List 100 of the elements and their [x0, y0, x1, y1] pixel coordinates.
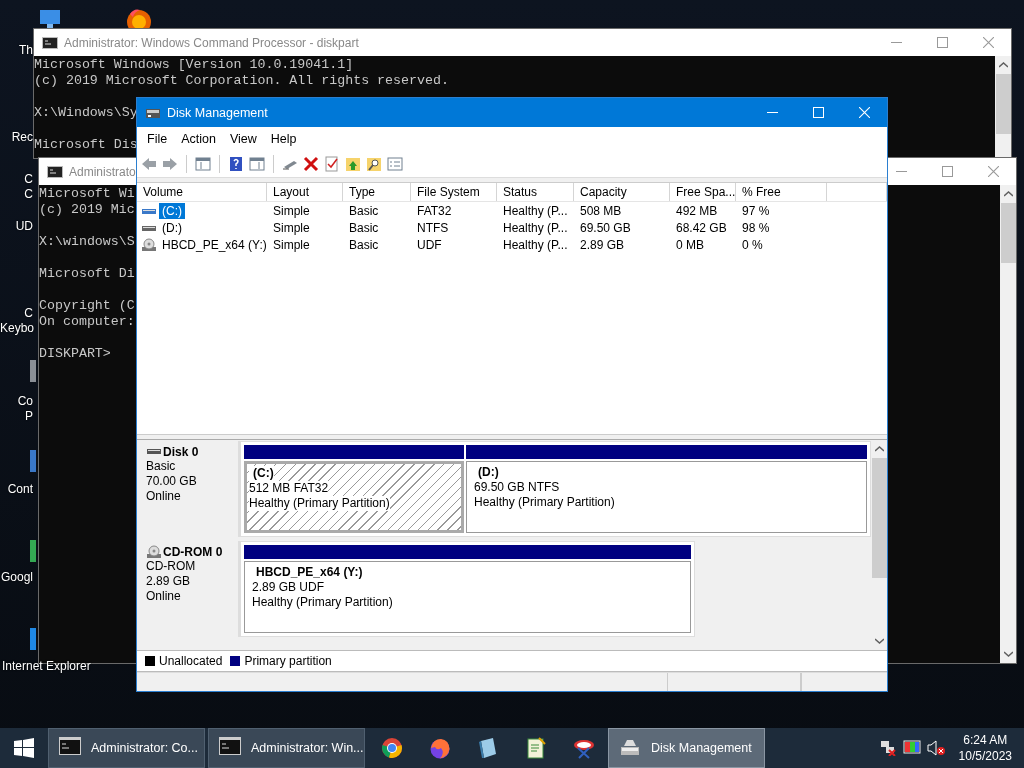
close-icon[interactable]: [988, 166, 999, 177]
document-icon: [525, 737, 547, 759]
table-cell-text: 492 MB: [675, 203, 719, 218]
forward-arrow-icon[interactable]: [162, 155, 178, 172]
folder-up-icon[interactable]: [345, 155, 361, 172]
column-header[interactable]: File System: [411, 183, 497, 201]
menu-item[interactable]: Action: [174, 128, 223, 149]
scroll-thumb[interactable]: [995, 74, 1011, 134]
ring-icon: [381, 737, 403, 759]
table-cell-text: Healthy (P...: [502, 203, 569, 218]
delete-icon[interactable]: [303, 155, 319, 172]
panel-icon[interactable]: [195, 155, 211, 172]
table-cell-text: 68.42 GB: [675, 220, 728, 235]
disc-drive-icon: [146, 545, 162, 559]
taskbar-button[interactable]: Administrator: Co...: [48, 728, 205, 768]
monitor-icon: [40, 10, 60, 28]
table-cell-text: UDF: [416, 237, 443, 252]
scroll-up-icon[interactable]: [998, 62, 1008, 68]
desktop-icon-label[interactable]: Co P: [0, 394, 33, 424]
table-cell[interactable]: (C:): [159, 202, 185, 219]
scroll-up-icon[interactable]: [874, 446, 884, 452]
legend-label: Primary partition: [244, 654, 332, 668]
console-text: (c) 2019 Microsoft Corporation. All rights reserved.: [34, 73, 449, 89]
console-text: On computer:: [39, 314, 135, 330]
scroll-down-icon[interactable]: [874, 638, 884, 644]
column-header[interactable]: Status: [497, 183, 574, 201]
desktop-icon-label[interactable]: C C: [0, 172, 33, 202]
desktop-icon-label[interactable]: Internet Explorer: [2, 659, 91, 674]
desktop-icon-label[interactable]: Th: [0, 43, 33, 58]
menu-item[interactable]: Help: [263, 128, 304, 149]
disk-detail: Basic: [146, 459, 177, 474]
table-cell[interactable]: HBCD_PE_x64 (Y:): [159, 236, 270, 253]
help-icon[interactable]: [228, 155, 244, 172]
table-cell-text: 508 MB: [579, 203, 623, 218]
scroll-thumb[interactable]: [871, 458, 887, 578]
notepad-icon: [477, 737, 499, 759]
scroll-thumb[interactable]: [1000, 203, 1016, 263]
folder-search-icon[interactable]: [366, 155, 382, 172]
column-header[interactable]: Layout: [267, 183, 343, 201]
table-cell-text: Basic: [348, 203, 380, 218]
disk-detail: CD-ROM: [146, 559, 197, 574]
table-cell-text: NTFS: [416, 220, 450, 235]
shortcut-icon: [30, 360, 36, 382]
column-header[interactable]: Type: [343, 183, 411, 201]
shortcut-icon: [30, 540, 36, 562]
console-text: DISKPART>: [39, 346, 111, 362]
console-text: X:\Windows\Sy: [34, 105, 138, 121]
scroll-bar[interactable]: [1000, 185, 1016, 663]
desktop-icon-label[interactable]: Googl: [0, 570, 33, 585]
partition-status: Healthy (Primary Partition): [474, 495, 616, 510]
window-title: Administrator: Windows Command Processor - diskpart: [64, 35, 359, 50]
scroll-up-icon[interactable]: [1003, 191, 1013, 197]
column-header[interactable]: Free Spa...: [670, 183, 736, 201]
table-cell-text: 69.50 GB: [579, 220, 632, 235]
checklist-icon[interactable]: [324, 155, 340, 172]
partition-name: (D:): [477, 465, 500, 480]
table-cell-text: Simple: [272, 237, 311, 252]
maximize-icon[interactable]: [937, 37, 948, 48]
table-cell-text: Healthy (P...: [502, 237, 569, 252]
shortcut-icon: [30, 628, 36, 650]
window-title: Disk Management: [167, 105, 268, 120]
desktop-icon-label[interactable]: UD: [0, 219, 33, 234]
network-icon[interactable]: [878, 740, 897, 756]
desktop-icon-label[interactable]: Cont: [0, 482, 33, 497]
column-header[interactable]: Capacity: [574, 183, 670, 201]
display-icon[interactable]: [902, 740, 921, 756]
console-text: Microsoft Dis: [34, 137, 138, 153]
clock[interactable]: 6:24 AM 10/5/2023: [950, 732, 1024, 764]
desktop-icon-label[interactable]: C Keybo: [0, 306, 33, 336]
partition-name: HBCD_PE_x64 (Y:): [255, 565, 364, 580]
scroll-down-icon[interactable]: [1003, 651, 1013, 657]
table-cell[interactable]: (D:): [159, 219, 185, 236]
table-cell-text: 0 MB: [675, 237, 705, 252]
taskbar-button[interactable]: Disk Management: [608, 728, 765, 768]
column-header[interactable]: % Free: [736, 183, 827, 201]
console-text: Microsoft Windows [Version 10.0.19041.1]: [34, 57, 354, 73]
menu-item[interactable]: File: [140, 128, 175, 149]
disk-name: Disk 0: [163, 445, 199, 459]
maximize-icon[interactable]: [942, 166, 953, 177]
close-icon[interactable]: [983, 37, 994, 48]
start-icon[interactable]: [14, 738, 34, 758]
legend-label: Unallocated: [159, 654, 223, 668]
back-arrow-icon[interactable]: [141, 155, 157, 172]
console-text: Copyright (C: [39, 298, 135, 314]
scroll-bar[interactable]: [995, 56, 1011, 158]
desktop-icon-label[interactable]: Rec: [0, 130, 33, 145]
table-cell-text: 97 %: [741, 203, 771, 218]
shortcut-icon: [30, 450, 36, 472]
table-cell-text: Simple: [272, 220, 311, 235]
column-header[interactable]: Volume: [137, 183, 267, 201]
menu-item[interactable]: View: [222, 128, 264, 149]
disk-detail: 70.00 GB: [146, 474, 198, 489]
speaker-muted-icon[interactable]: [926, 740, 945, 756]
table-cell-text: 2.89 GB: [579, 237, 626, 252]
partition-status: Healthy (Primary Partition): [252, 595, 394, 610]
console-text: X:\windows\S: [39, 234, 135, 250]
panel-icon[interactable]: [249, 155, 265, 172]
table-cell-text: Basic: [348, 237, 380, 252]
window-title: Administrato: [69, 164, 136, 179]
taskbar-button[interactable]: Administrator: Win...: [208, 728, 365, 768]
